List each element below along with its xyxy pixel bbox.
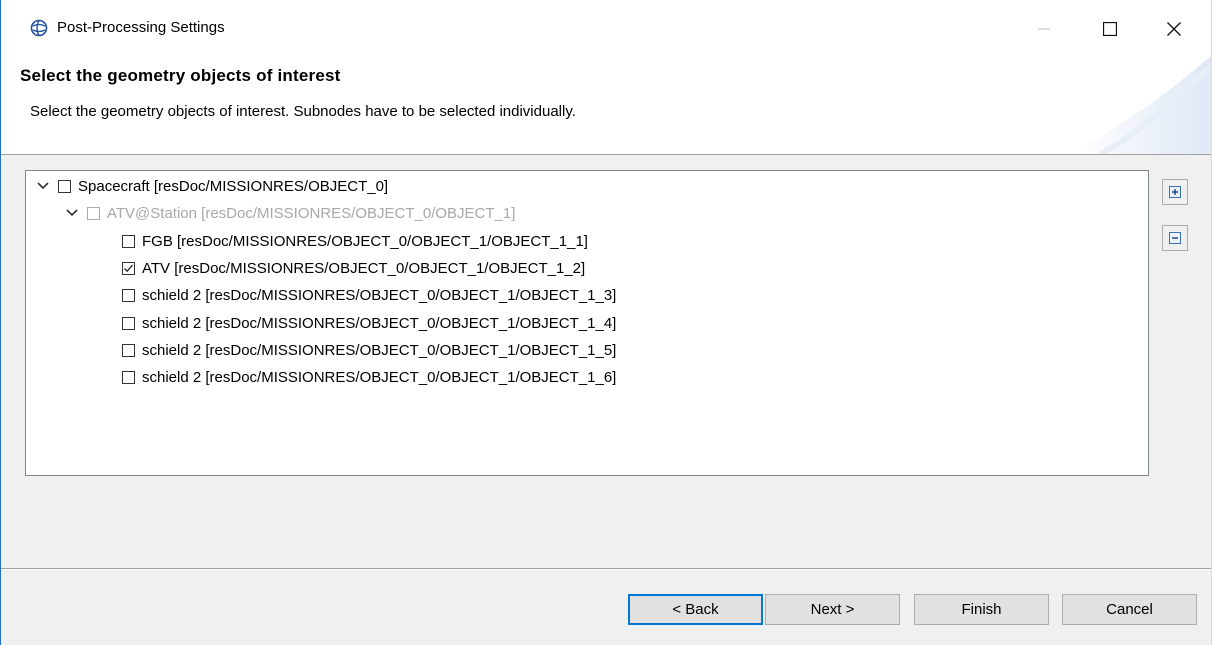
tree-item[interactable]: schield 2 [resDoc/MISSIONRES/OBJECT_0/OB… xyxy=(122,312,616,334)
tree-item-checkbox[interactable] xyxy=(87,206,100,220)
tree-item-checkbox[interactable] xyxy=(122,370,135,384)
tree-item[interactable]: schield 2 [resDoc/MISSIONRES/OBJECT_0/OB… xyxy=(122,366,616,388)
minimize-button[interactable] xyxy=(1021,10,1067,48)
tree-item[interactable]: ATV@Station [resDoc/MISSIONRES/OBJECT_0/… xyxy=(65,202,515,224)
close-icon xyxy=(1167,22,1181,36)
page-title: Select the geometry objects of interest xyxy=(20,66,341,85)
window-title: Post-Processing Settings xyxy=(57,19,225,36)
chevron-down-icon[interactable] xyxy=(65,206,79,220)
tree-item-checkbox-checked[interactable] xyxy=(122,261,135,275)
tree-item-label: schield 2 [resDoc/MISSIONRES/OBJECT_0/OB… xyxy=(142,286,617,304)
geometry-tree[interactable]: Spacecraft [resDoc/MISSIONRES/OBJECT_0] … xyxy=(25,170,1149,476)
collapse-all-icon xyxy=(1169,232,1181,244)
maximize-icon xyxy=(1103,22,1117,36)
tree-item-checkbox[interactable] xyxy=(122,316,135,330)
checkmark-icon xyxy=(124,264,133,272)
chevron-down-icon[interactable] xyxy=(36,179,50,193)
close-button[interactable] xyxy=(1151,10,1197,48)
minimize-icon xyxy=(1038,28,1050,30)
tree-item-checkbox[interactable] xyxy=(122,343,135,357)
tree-item-label: schield 2 [resDoc/MISSIONRES/OBJECT_0/OB… xyxy=(142,368,617,386)
tree-item[interactable]: ATV [resDoc/MISSIONRES/OBJECT_0/OBJECT_1… xyxy=(122,257,585,279)
finish-button[interactable]: Finish xyxy=(914,594,1049,625)
wizard-header: Select the geometry objects of interest … xyxy=(1,56,1211,154)
tree-item-label: schield 2 [resDoc/MISSIONRES/OBJECT_0/OB… xyxy=(142,314,617,332)
page-description: Select the geometry objects of interest.… xyxy=(30,103,576,120)
title-bar[interactable]: Post-Processing Settings xyxy=(1,0,1211,56)
next-button[interactable]: Next > xyxy=(765,594,900,625)
tree-item-label: ATV [resDoc/MISSIONRES/OBJECT_0/OBJECT_1… xyxy=(142,259,586,277)
tree-item-label: FGB [resDoc/MISSIONRES/OBJECT_0/OBJECT_1… xyxy=(142,232,588,250)
tree-item-checkbox[interactable] xyxy=(122,288,135,302)
tree-item-checkbox[interactable] xyxy=(122,234,135,248)
maximize-button[interactable] xyxy=(1087,10,1133,48)
tree-item-checkbox[interactable] xyxy=(58,179,71,193)
tree-item[interactable]: Spacecraft [resDoc/MISSIONRES/OBJECT_0] xyxy=(36,175,388,197)
tree-item[interactable]: schield 2 [resDoc/MISSIONRES/OBJECT_0/OB… xyxy=(122,284,616,306)
eclipse-globe-icon xyxy=(30,19,48,37)
tree-item[interactable]: FGB [resDoc/MISSIONRES/OBJECT_0/OBJECT_1… xyxy=(122,230,588,252)
header-separator xyxy=(1,154,1211,155)
tree-item-label: ATV@Station [resDoc/MISSIONRES/OBJECT_0/… xyxy=(107,204,516,222)
tree-item-label: schield 2 [resDoc/MISSIONRES/OBJECT_0/OB… xyxy=(142,341,617,359)
back-button[interactable]: < Back xyxy=(628,594,763,625)
expand-all-icon xyxy=(1169,186,1181,198)
footer-separator-highlight xyxy=(1,569,1211,570)
tree-item-label: Spacecraft [resDoc/MISSIONRES/OBJECT_0] xyxy=(78,177,389,195)
dialog-window: Post-Processing Settings Select the geom… xyxy=(0,0,1212,645)
header-decoration xyxy=(1071,56,1211,154)
tree-item[interactable]: schield 2 [resDoc/MISSIONRES/OBJECT_0/OB… xyxy=(122,339,616,361)
expand-all-button[interactable] xyxy=(1162,179,1188,205)
cancel-button[interactable]: Cancel xyxy=(1062,594,1197,625)
collapse-all-button[interactable] xyxy=(1162,225,1188,251)
